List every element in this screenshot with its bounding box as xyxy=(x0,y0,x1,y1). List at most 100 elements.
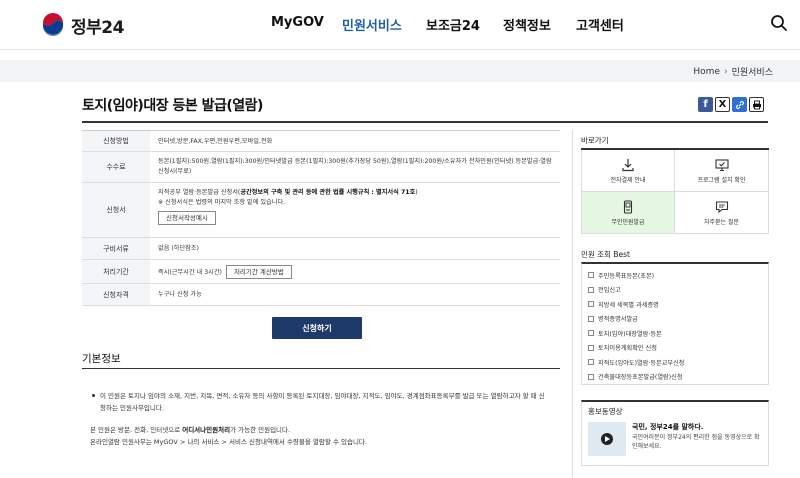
breadcrumb-bar: Home › 민원서비스 xyxy=(0,60,800,82)
row-value: 즉시(근무시간 내 3시간) 처리기간 계산방법 xyxy=(150,260,560,283)
basic-info-body: 이 민원은 토지나 임야의 소재, 지번, 지목, 면적, 소유자 등의 사항이… xyxy=(90,390,550,448)
document-icon xyxy=(588,359,594,366)
basic-info-para-2: 온라인열람 민원사무는 MyGOV > 나의 서비스 > 서비스 신청내역에서 … xyxy=(90,438,367,446)
table-row: 구비서류 없음 (하단참조) xyxy=(82,238,560,260)
nav-mygov[interactable]: MyGOV xyxy=(271,15,324,30)
para-text: 본 민원은 방문, 전화, 인터넷으로 xyxy=(90,426,183,434)
list-item-label: 지적도(임야도)열람·등본교부신청 xyxy=(598,359,685,367)
quick-link-program-check[interactable]: 프로그램 설치 확인 xyxy=(675,150,769,192)
list-item[interactable]: 주민등록표등본(초본) xyxy=(588,268,762,283)
best-services-list: 주민등록표등본(초본) 전입신고 지방세 세목별 과세증명 병적증명서발급 토지… xyxy=(581,262,769,385)
basic-info-para-1: 본 민원은 방문, 전화, 인터넷으로 어디서나민원처리가 가능한 민원입니다. xyxy=(90,424,550,436)
quick-links-title: 바로가기 xyxy=(581,136,609,145)
breadcrumb: Home › 민원서비스 xyxy=(693,65,773,79)
breadcrumb-current[interactable]: 민원서비스 xyxy=(732,65,773,78)
chat-icon xyxy=(715,200,728,213)
form-example-button[interactable]: 신청서작성예시 xyxy=(158,211,216,225)
document-icon xyxy=(588,344,594,351)
download-icon xyxy=(622,158,634,171)
row-value: 인터넷,방문,FAX,우편,민원우편,모바일,전화 xyxy=(158,138,273,145)
form-law: 공간정보의 구축 및 관리 등에 관한 법률 시행규칙 : 별지서식 71호 xyxy=(240,189,416,196)
search-icon[interactable] xyxy=(770,14,788,32)
list-item-label: 주민등록표등본(초본) xyxy=(598,272,655,280)
list-item[interactable]: 병적증명서발급 xyxy=(588,312,762,327)
promo-description: 국민여러분이 정부24의 편리한 점을 동영상으로 확인해보세요. xyxy=(632,434,760,450)
document-icon xyxy=(588,286,594,293)
document-icon xyxy=(588,272,594,279)
global-nav: MyGOV 민원서비스 보조금24 정책정보 고객센터 xyxy=(0,15,800,35)
quick-links-grid: 전자결제 안내 프로그램 설치 확인 무인민원발급 자주묻는 질문 xyxy=(581,148,769,234)
apply-button[interactable]: 신청하기 xyxy=(272,317,362,339)
list-item[interactable]: 토지이용계획확인 신청 xyxy=(588,341,762,356)
list-item[interactable]: 지방세 세목별 과세증명 xyxy=(588,297,762,312)
form-name: 지적공부 열람·등본발급 신청서(공간정보의 구축 및 관리 등에 관한 법률 … xyxy=(158,188,552,198)
list-item-label: 전입신고 xyxy=(598,287,621,295)
print-icon[interactable] xyxy=(749,97,764,112)
document-icon xyxy=(588,301,594,308)
quick-link-label: 전자결제 안내 xyxy=(610,176,646,184)
best-list-title: 민원 조회 Best xyxy=(581,250,630,259)
quick-link-label: 프로그램 설치 확인 xyxy=(697,176,746,184)
table-row: 수수료 등본(1필지):500원,열람(1필지):300원/인터넷발급 등본(1… xyxy=(82,152,560,183)
site-header: 정부24 MyGOV 민원서비스 보조금24 정책정보 고객센터 xyxy=(0,0,800,50)
para-bold: 어디서나민원처리 xyxy=(182,426,231,434)
document-icon xyxy=(588,315,594,322)
x-twitter-icon[interactable]: X xyxy=(715,97,730,112)
list-item[interactable]: 토지(임야)대장열람·등본 xyxy=(588,326,762,341)
promo-video-box: 홍보동영상 국민, 정부24를 말하다. 국민여러분이 정부24의 편리한 점을… xyxy=(581,400,769,466)
list-item-label: 지방세 세목별 과세증명 xyxy=(598,301,659,309)
facebook-icon[interactable]: f xyxy=(698,97,713,112)
basic-info-bullet: 이 민원은 토지나 임야의 소재, 지번, 지목, 면적, 소유자 등의 사항이… xyxy=(90,390,550,414)
row-label: 신청방법 xyxy=(82,131,150,151)
link-icon[interactable] xyxy=(732,97,747,112)
chevron-right-icon: › xyxy=(723,66,728,77)
list-item[interactable]: 건축물대장등초본발급(열람)신청 xyxy=(588,370,762,385)
document-icon xyxy=(588,330,594,337)
row-label: 수수료 xyxy=(82,152,150,182)
quick-link-label: 무인민원발급 xyxy=(611,218,645,226)
row-label: 구비서류 xyxy=(82,238,150,259)
promo-headline[interactable]: 국민, 정부24를 말하다. xyxy=(632,422,703,432)
list-item-label: 병적증명서발급 xyxy=(598,316,638,324)
basic-info-title: 기본정보 xyxy=(82,353,121,365)
table-row: 신청방법 인터넷,방문,FAX,우편,민원우편,모바일,전화 xyxy=(82,131,560,152)
breadcrumb-home[interactable]: Home xyxy=(693,67,720,77)
table-row: 신청서 지적공부 열람·등본발급 신청서(공간정보의 구축 및 관리 등에 관한… xyxy=(82,183,560,238)
processing-time: 즉시(근무시간 내 3시간) xyxy=(158,269,222,276)
form-name-suffix: ) xyxy=(415,189,418,196)
monitor-check-icon xyxy=(714,158,729,171)
para-text: 가 가능한 민원입니다. xyxy=(230,426,291,434)
page-title: 토지(임야)대장 등본 발급(열람) xyxy=(82,98,263,114)
play-icon xyxy=(601,433,613,445)
sidebar-divider xyxy=(572,130,573,478)
quick-link-faq[interactable]: 자주묻는 질문 xyxy=(675,192,769,234)
list-item-label: 건축물대장등초본발급(열람)신청 xyxy=(598,374,683,382)
quick-link-label: 자주묻는 질문 xyxy=(703,218,740,226)
row-label: 신청서 xyxy=(82,183,150,237)
section-divider xyxy=(82,368,560,369)
form-note: ※ 신청서식은 법령의 미지막 조항 밑에 있습니다. xyxy=(158,199,286,206)
row-value: 없음 (하단참조) xyxy=(158,245,199,252)
row-label: 신청자격 xyxy=(82,284,150,305)
service-info-table: 신청방법 인터넷,방문,FAX,우편,민원우편,모바일,전화 수수료 등본(1필… xyxy=(82,130,560,306)
quick-link-kiosk[interactable]: 무인민원발급 xyxy=(581,192,675,234)
share-toolbar: f X xyxy=(698,97,764,112)
nav-subsidy[interactable]: 보조금24 xyxy=(426,15,480,34)
list-item-label: 토지이용계획확인 신청 xyxy=(598,345,657,353)
table-row: 처리기간 즉시(근무시간 내 3시간) 처리기간 계산방법 xyxy=(82,260,560,284)
processing-calc-button[interactable]: 처리기간 계산방법 xyxy=(225,265,292,279)
promo-title: 홍보동영상 xyxy=(588,407,623,416)
row-value: 등본(1필지):500원,열람(1필지):300원/인터넷발급 등본(1필지):… xyxy=(158,158,552,175)
quick-link-epayment[interactable]: 전자결제 안내 xyxy=(581,150,675,192)
table-row: 신청자격 누구나 신청 가능 xyxy=(82,284,560,306)
row-label: 처리기간 xyxy=(82,260,150,283)
list-item-label: 토지(임야)대장열람·등본 xyxy=(598,330,662,338)
nav-customer-center[interactable]: 고객센터 xyxy=(576,15,624,34)
nav-civil-service[interactable]: 민원서비스 xyxy=(342,15,402,34)
list-item[interactable]: 전입신고 xyxy=(588,283,762,298)
list-item[interactable]: 지적도(임야도)열람·등본교부신청 xyxy=(588,355,762,370)
nav-policy[interactable]: 정책정보 xyxy=(503,15,551,34)
title-divider xyxy=(82,121,768,123)
promo-video-thumbnail[interactable] xyxy=(588,422,626,456)
document-icon xyxy=(588,373,594,380)
